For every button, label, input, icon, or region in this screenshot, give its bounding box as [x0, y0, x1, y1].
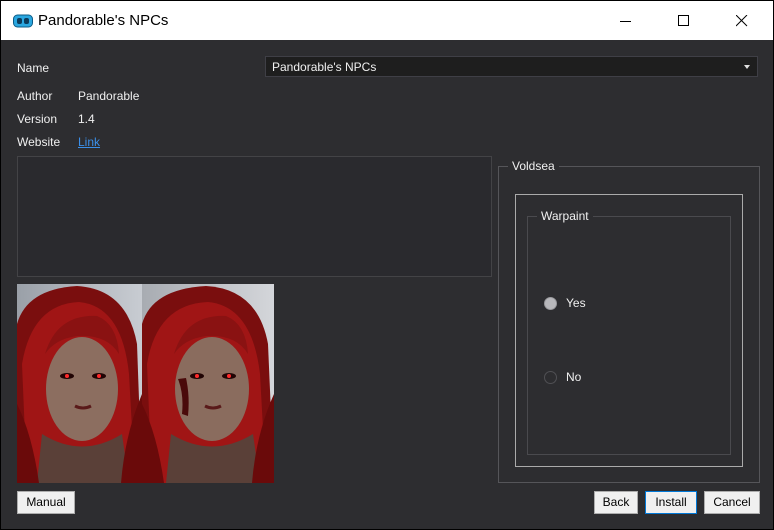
- dropdown-arrow-icon: [744, 65, 750, 69]
- warpaint-group-title: Warpaint: [537, 209, 593, 223]
- radio-yes-label[interactable]: Yes: [566, 296, 586, 310]
- preview-image-right: [142, 284, 274, 483]
- name-dropdown-value: Pandorable's NPCs: [272, 60, 377, 74]
- version-label: Version: [17, 112, 58, 126]
- installer-window: Pandorable's NPCs Name Pandorable's NPCs…: [0, 0, 774, 530]
- back-button[interactable]: Back: [594, 491, 638, 514]
- warpaint-group: [527, 216, 731, 455]
- website-link[interactable]: Link: [78, 135, 100, 149]
- cancel-button[interactable]: Cancel: [704, 491, 760, 514]
- name-dropdown[interactable]: Pandorable's NPCs: [265, 56, 758, 77]
- app-logo-icon: [13, 14, 33, 28]
- radio-no-label[interactable]: No: [566, 370, 581, 384]
- main-content: Name Pandorable's NPCs Author Pandorable…: [1, 40, 773, 529]
- close-button[interactable]: [719, 1, 765, 40]
- description-box: [17, 156, 492, 277]
- preview-image-left: [17, 284, 142, 483]
- version-value: 1.4: [78, 112, 95, 126]
- window-title: Pandorable's NPCs: [38, 12, 169, 29]
- maximize-button[interactable]: [661, 1, 707, 40]
- install-button[interactable]: Install: [645, 491, 697, 514]
- close-icon: [736, 15, 748, 27]
- name-label: Name: [17, 61, 50, 75]
- radio-no[interactable]: [544, 371, 557, 384]
- author-value: Pandorable: [78, 89, 140, 103]
- minimize-icon: [620, 21, 631, 22]
- website-label: Website: [17, 135, 61, 149]
- minimize-button[interactable]: [603, 1, 649, 40]
- title-bar: Pandorable's NPCs: [1, 1, 773, 40]
- manual-button[interactable]: Manual: [17, 491, 75, 514]
- options-group-title: Voldsea: [508, 159, 559, 173]
- author-label: Author: [17, 89, 53, 103]
- radio-yes[interactable]: [544, 297, 557, 310]
- maximize-icon: [678, 15, 689, 26]
